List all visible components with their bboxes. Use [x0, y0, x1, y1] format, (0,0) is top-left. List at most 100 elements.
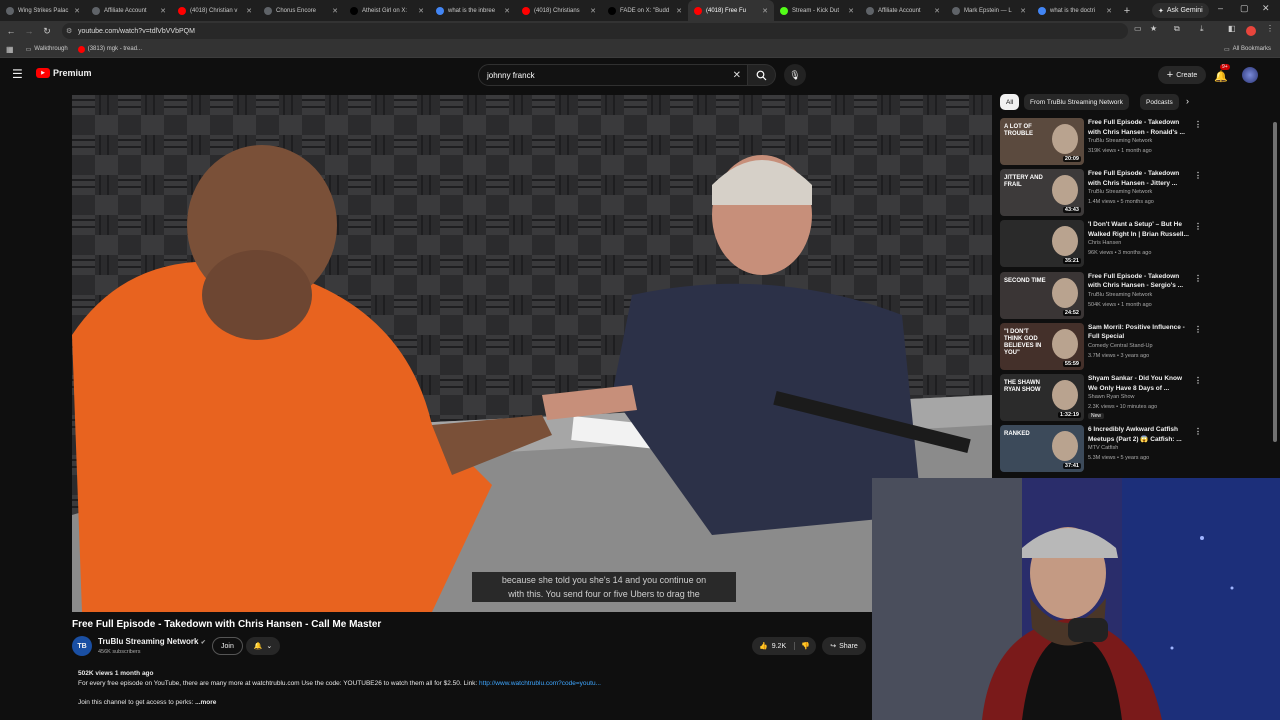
recommendation-title[interactable]: Shyam Sankar - Did You Know We Only Have… — [1088, 374, 1192, 393]
profile-avatar[interactable] — [1246, 26, 1256, 36]
site-info-icon[interactable]: ⚙ — [66, 27, 72, 35]
reload-icon[interactable]: ↻ — [40, 26, 54, 37]
create-button[interactable]: + Create — [1158, 66, 1206, 84]
account-avatar[interactable] — [1242, 67, 1258, 83]
voice-search-button[interactable]: 🎙 — [784, 64, 806, 86]
subscription-bell-button[interactable]: 🔔 ⌄ — [246, 637, 280, 655]
close-tab-icon[interactable]: ✕ — [418, 7, 424, 15]
recommendation-title[interactable]: Free Full Episode - Takedown with Chris … — [1088, 169, 1192, 188]
browser-tab[interactable]: Atheist Girl on X: ✕ — [344, 0, 430, 21]
hamburger-menu-icon[interactable]: ☰ — [12, 67, 23, 81]
video-player[interactable]: because she told you she's 14 and you co… — [72, 95, 992, 612]
close-tab-icon[interactable]: ✕ — [74, 7, 80, 15]
browser-tab[interactable]: Mark Epstein — L ✕ — [946, 0, 1032, 21]
recommendation-channel[interactable]: Shawn Ryan Show — [1088, 394, 1134, 400]
chip-channel[interactable]: From TruBlu Streaming Network — [1024, 94, 1129, 110]
recommendation-title[interactable]: Free Full Episode - Takedown with Chris … — [1088, 118, 1192, 137]
close-tab-icon[interactable]: ✕ — [1106, 7, 1112, 15]
recommendation-title[interactable]: 6 Incredibly Awkward Catfish Meetups (Pa… — [1088, 425, 1192, 444]
description-link[interactable]: http://www.watchtrublu.com?code=youtu... — [479, 680, 601, 687]
recommendation-title[interactable]: Sam Morril: Positive Influence - Full Sp… — [1088, 323, 1192, 342]
video-thumbnail[interactable]: SECOND TIME 24:52 — [1000, 271, 1084, 319]
back-icon[interactable]: ← — [4, 26, 18, 36]
recommendation-item[interactable]: JITTERY AND FRAIL 43:43 Free Full Episode … — [1000, 169, 1202, 217]
browser-tab[interactable]: Chorus Encore ✕ — [258, 0, 344, 21]
chip-podcasts[interactable]: Podcasts — [1140, 94, 1179, 110]
video-thumbnail[interactable]: A LOT OF TROUBLE 20:09 — [1000, 118, 1084, 165]
forward-icon[interactable]: → — [22, 26, 36, 36]
notifications-button[interactable]: 🔔 9+ — [1214, 64, 1230, 85]
close-tab-icon[interactable]: ✕ — [160, 7, 166, 15]
recommendation-channel[interactable]: TruBlu Streaming Network — [1088, 189, 1152, 195]
more-options-icon[interactable]: ⋮ — [1194, 325, 1202, 334]
recommendation-channel[interactable]: TruBlu Streaming Network — [1088, 292, 1152, 298]
ask-gemini-button[interactable]: ✦ Ask Gemini — [1152, 3, 1209, 18]
share-button[interactable]: ↪ Share — [822, 637, 866, 655]
search-button[interactable] — [748, 64, 776, 86]
browser-tab[interactable]: (4018) Free Fu ✕ — [688, 0, 774, 21]
recommendation-title[interactable]: Free Full Episode - Takedown with Chris … — [1088, 272, 1192, 291]
scrollbar[interactable] — [1273, 92, 1279, 446]
new-tab-button[interactable]: + — [1118, 5, 1136, 17]
bookmark-walkthrough[interactable]: ▭ Walkthrough — [26, 46, 68, 53]
like-count[interactable]: 9.2K — [772, 643, 786, 650]
close-tab-icon[interactable]: ✕ — [332, 7, 338, 15]
more-options-icon[interactable]: ⋮ — [1194, 120, 1202, 129]
more-options-icon[interactable]: ⋮ — [1194, 171, 1202, 180]
close-tab-icon[interactable]: ✕ — [1020, 7, 1026, 15]
recommendation-item[interactable]: A LOT OF TROUBLE 20:09 Free Full Episode -… — [1000, 118, 1202, 166]
browser-menu-icon[interactable]: ⋮ — [1266, 24, 1274, 33]
close-tab-icon[interactable]: ✕ — [504, 7, 510, 15]
recommendation-item[interactable]: "I DON'T THINK GOD BELIEVES IN YOU" 55:59… — [1000, 322, 1202, 371]
close-tab-icon[interactable]: ✕ — [246, 7, 252, 15]
close-tab-icon[interactable]: ✕ — [848, 7, 854, 15]
browser-tab[interactable]: Wing Strikes Palac ✕ — [0, 0, 86, 21]
close-window-icon[interactable]: ✕ — [1262, 3, 1270, 14]
extensions-icon[interactable]: ⧉ — [1174, 24, 1180, 34]
close-tab-icon[interactable]: ✕ — [762, 7, 768, 15]
clear-search-icon[interactable]: ✕ — [733, 70, 741, 81]
channel-name-link[interactable]: TruBlu Streaming Network ✔ — [98, 637, 206, 646]
chip-all[interactable]: All — [1000, 94, 1020, 110]
video-thumbnail[interactable]: 35:21 — [1000, 220, 1084, 268]
recommendation-channel[interactable]: Chris Hansen — [1088, 240, 1121, 246]
youtube-logo[interactable]: ▶ Premium — [36, 68, 92, 78]
close-tab-icon[interactable]: ✕ — [934, 7, 940, 15]
recommendation-channel[interactable]: Comedy Central Stand-Up — [1088, 343, 1153, 349]
channel-avatar[interactable]: TB — [72, 636, 92, 656]
like-icon[interactable]: 👍 — [759, 642, 768, 650]
maximize-icon[interactable]: ▢ — [1240, 3, 1249, 14]
browser-tab[interactable]: Affiliate Account ✕ — [86, 0, 172, 21]
apps-icon[interactable]: ▦ — [6, 45, 14, 54]
more-options-icon[interactable]: ⋮ — [1194, 222, 1202, 231]
sidepanel-icon[interactable]: ◧ — [1228, 24, 1236, 33]
recommendation-item[interactable]: 35:21 'I Don't Want a Setup' – But He Wal… — [1000, 220, 1202, 268]
search-input[interactable]: johnny franck ✕ — [478, 64, 748, 86]
browser-tab[interactable]: Affiliate Account ✕ — [860, 0, 946, 21]
more-options-icon[interactable]: ⋮ — [1194, 427, 1202, 436]
more-options-icon[interactable]: ⋮ — [1194, 274, 1202, 283]
bookmark-star-icon[interactable]: ★ — [1150, 24, 1157, 33]
bookmark-mgk[interactable]: (3813) mgk - tread... — [77, 45, 142, 53]
video-thumbnail[interactable]: THE SHAWN RYAN SHOW 1:32:19 — [1000, 374, 1084, 421]
recommendation-item[interactable]: SECOND TIME 24:52 Free Full Episode - Take… — [1000, 271, 1202, 320]
cast-icon[interactable]: ▭ — [1134, 24, 1142, 33]
more-options-icon[interactable]: ⋮ — [1194, 376, 1202, 385]
downloads-icon[interactable]: ⤓ — [1200, 24, 1204, 34]
all-bookmarks[interactable]: ▭ All Bookmarks — [1224, 46, 1271, 53]
close-tab-icon[interactable]: ✕ — [590, 7, 596, 15]
recommendation-item[interactable]: RANKED 37:41 6 Incredibly Awkward Catfish … — [1000, 425, 1202, 473]
browser-tab[interactable]: (4018) Christians ✕ — [516, 0, 602, 21]
recommendation-title[interactable]: 'I Don't Want a Setup' – But He Walked R… — [1088, 220, 1192, 239]
description-box[interactable]: 502K views 1 month ago For every free ep… — [72, 666, 872, 714]
show-more-button[interactable]: ...more — [195, 699, 216, 706]
browser-tab[interactable]: Stream - Kick Dut ✕ — [774, 0, 860, 21]
browser-tab[interactable]: FADE on X: "Budd ✕ — [602, 0, 688, 21]
url-field[interactable]: ⚙ youtube.com/watch?v=tdlVbVVbPQM — [62, 23, 1128, 39]
recommendation-item[interactable]: THE SHAWN RYAN SHOW 1:32:19 Shyam Sankar -… — [1000, 374, 1202, 422]
recommendation-channel[interactable]: MTV Catfish — [1088, 445, 1118, 451]
chevron-right-icon[interactable]: › — [1186, 96, 1189, 106]
join-button[interactable]: Join — [212, 637, 243, 655]
recommendation-channel[interactable]: TruBlu Streaming Network — [1088, 138, 1152, 144]
video-thumbnail[interactable]: JITTERY AND FRAIL 43:43 — [1000, 169, 1084, 217]
